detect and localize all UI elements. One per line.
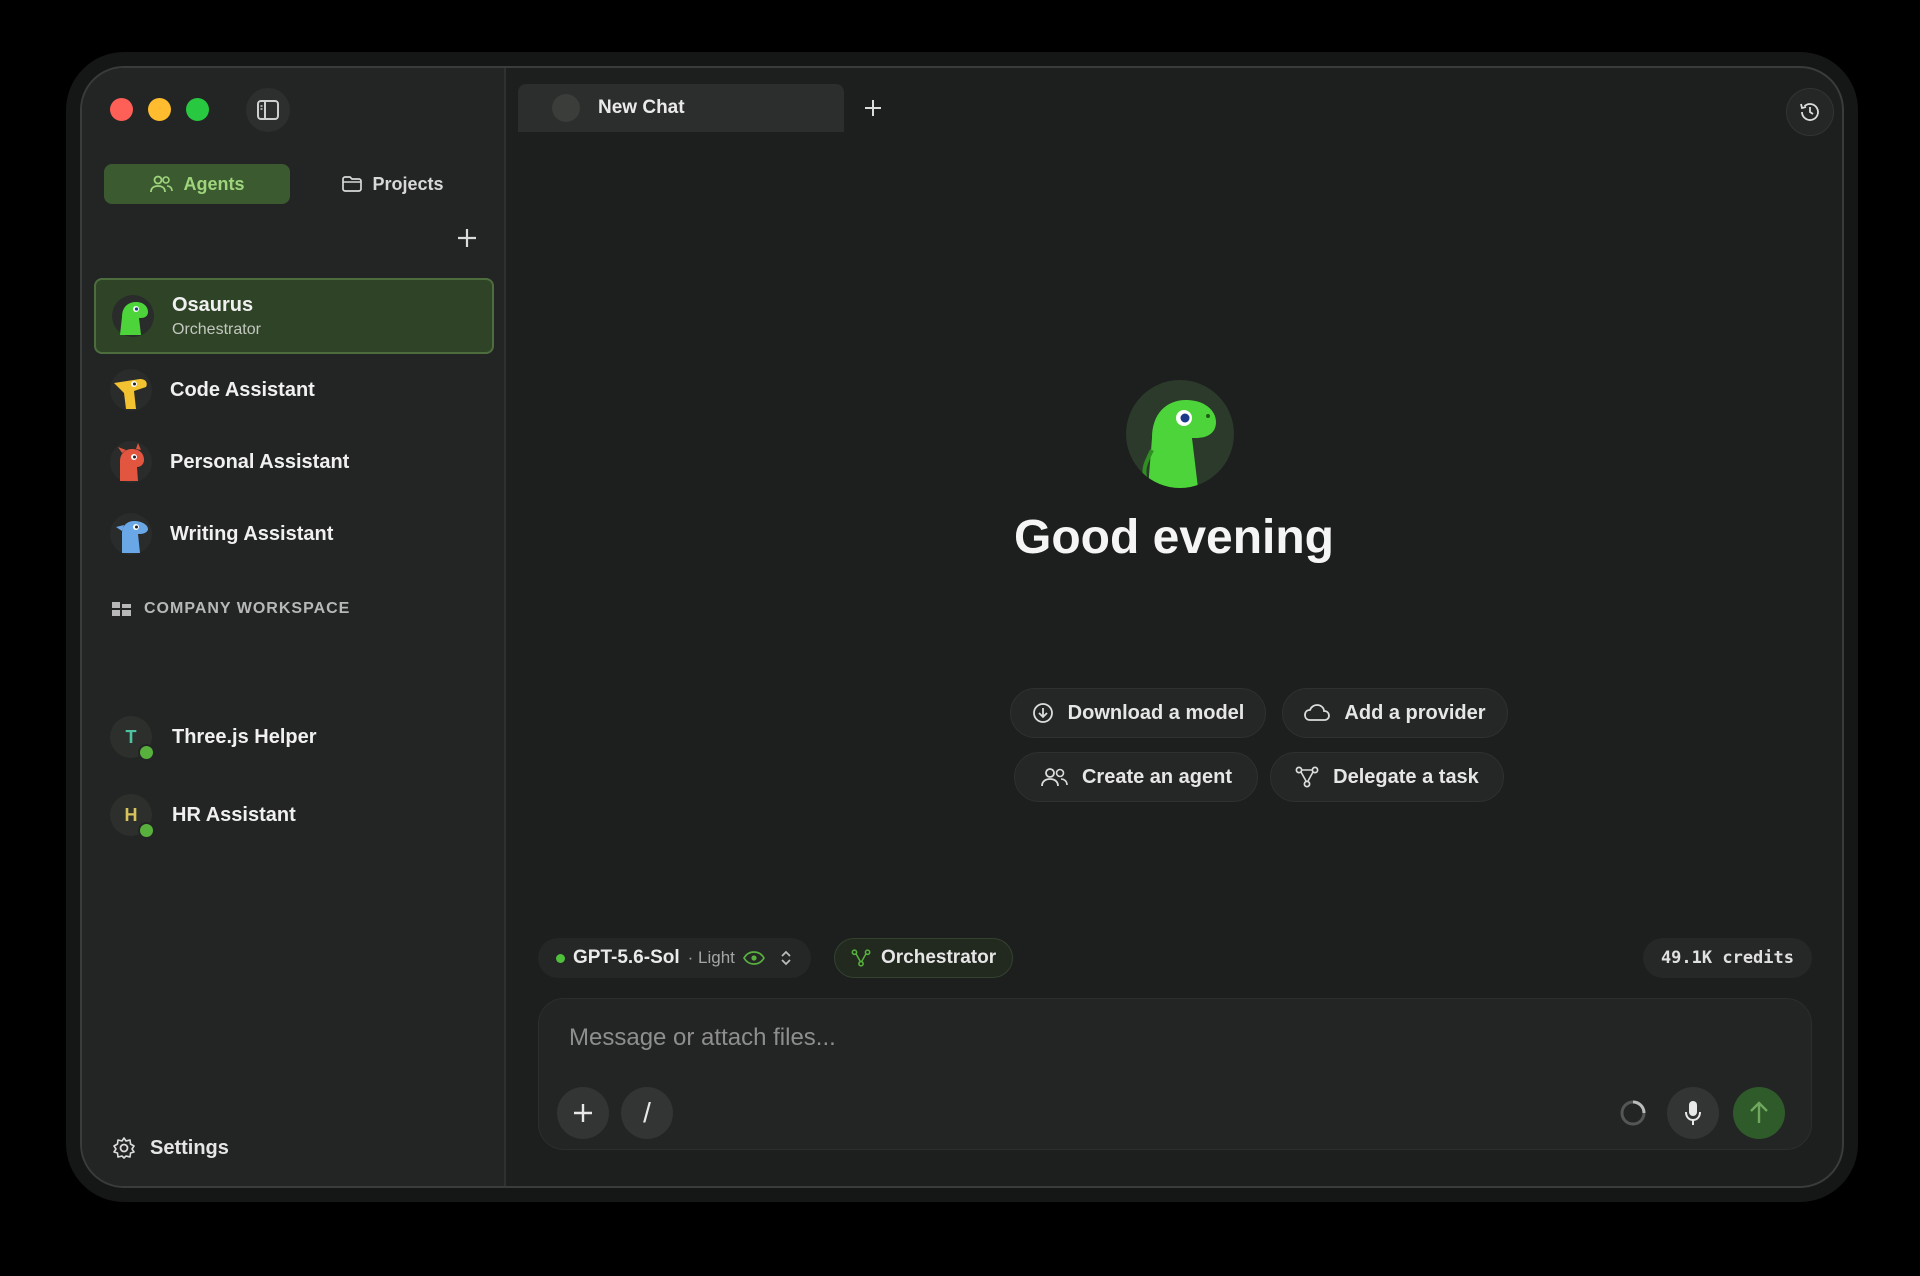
online-status-indicator	[138, 744, 155, 761]
dino-red-icon	[118, 443, 144, 481]
tab-agents[interactable]: Agents	[104, 164, 290, 204]
dino-blue-icon	[116, 521, 148, 553]
arrow-up-icon	[1750, 1101, 1768, 1123]
tab-agents-label: Agents	[183, 173, 245, 194]
workspace-item-name: HR Assistant	[172, 803, 296, 826]
dino-yellow-icon	[114, 379, 147, 409]
plus-icon	[574, 1104, 592, 1122]
branch-icon	[1295, 766, 1319, 788]
tab-projects-label: Projects	[372, 173, 444, 194]
workspace-title: COMPANY WORKSPACE	[144, 600, 351, 617]
delegate-task-button[interactable]: Delegate a task	[1270, 752, 1504, 802]
workspace-agent-list: T Three.js Helper H HR Assistant	[110, 698, 317, 854]
download-model-label: Download a model	[1067, 701, 1245, 724]
users-icon	[1041, 768, 1068, 787]
agent-name: Osaurus	[172, 293, 254, 316]
plus-icon	[458, 229, 476, 247]
workspace-item-threejs-helper[interactable]: T Three.js Helper	[110, 698, 317, 776]
minimize-window-button[interactable]	[148, 98, 171, 121]
avatar: T	[110, 716, 155, 761]
agent-name: Code Assistant	[170, 378, 315, 401]
app-window: Agents Projects Osaurus Orchestrator Cod…	[80, 66, 1844, 1188]
model-name: GPT-5.6-Sol	[573, 947, 680, 968]
add-provider-label: Add a provider	[1344, 701, 1486, 724]
online-status-indicator	[138, 822, 155, 839]
workspace-section-header: COMPANY WORKSPACE	[112, 600, 350, 618]
avatar-initial: H	[124, 804, 138, 825]
add-provider-button[interactable]: Add a provider	[1282, 688, 1508, 738]
greeting-heading: Good evening	[1013, 511, 1334, 564]
agent-item-code-assistant[interactable]: Code Assistant	[94, 354, 494, 426]
agent-role: Orchestrator	[172, 320, 261, 338]
window-controls	[110, 98, 209, 121]
tab-avatar	[552, 94, 580, 122]
agent-avatar	[110, 441, 152, 483]
sidebar: Agents Projects Osaurus Orchestrator Cod…	[82, 68, 506, 1186]
history-button[interactable]	[1786, 88, 1834, 136]
eye-icon	[742, 951, 765, 965]
workspace-item-hr-assistant[interactable]: H HR Assistant	[110, 776, 317, 854]
close-window-button[interactable]	[110, 98, 133, 121]
agent-list: Osaurus Orchestrator Code Assistant Pers…	[94, 278, 494, 570]
slash-command-button[interactable]: /	[621, 1087, 673, 1139]
agent-name: Personal Assistant	[170, 450, 350, 473]
plus-icon	[865, 100, 881, 116]
zoom-window-button[interactable]	[186, 98, 209, 121]
send-button[interactable]	[1733, 1087, 1785, 1139]
new-tab-button[interactable]	[864, 92, 882, 124]
model-selector[interactable]: GPT-5.6-Sol · Light	[538, 938, 811, 978]
agent-name: Writing Assistant	[170, 522, 334, 545]
delegate-task-label: Delegate a task	[1333, 765, 1479, 788]
avatar-initial: T	[125, 726, 137, 747]
create-agent-label: Create an agent	[1081, 765, 1233, 788]
model-status-indicator	[556, 953, 565, 963]
main-panel: New Chat Good evening Download a model A…	[506, 68, 1842, 1186]
spinner-icon	[1620, 1100, 1646, 1126]
agent-mode-label: Orchestrator	[881, 947, 997, 968]
download-model-button[interactable]: Download a model	[1010, 688, 1266, 738]
microphone-icon	[1685, 1101, 1701, 1125]
download-icon	[1032, 703, 1053, 723]
avatar: H	[110, 794, 155, 839]
message-input[interactable]	[567, 1017, 1271, 1059]
agent-item-writing-assistant[interactable]: Writing Assistant	[94, 498, 494, 570]
agent-item-personal-assistant[interactable]: Personal Assistant	[94, 426, 494, 498]
chat-tab[interactable]: New Chat	[518, 84, 844, 132]
voice-input-button[interactable]	[1667, 1087, 1719, 1139]
folder-icon	[342, 176, 363, 192]
create-agent-button[interactable]: Create an agent	[1014, 752, 1258, 802]
cloud-icon	[1304, 704, 1331, 721]
agent-item-osaurus[interactable]: Osaurus Orchestrator	[94, 278, 494, 354]
agent-avatar	[110, 369, 152, 411]
chat-tab-title: New Chat	[598, 97, 685, 118]
settings-label: Settings	[150, 1136, 229, 1159]
tab-projects[interactable]: Projects	[300, 164, 486, 204]
attach-button[interactable]	[557, 1087, 609, 1139]
dino-green-icon	[120, 302, 148, 335]
history-icon	[1800, 103, 1819, 121]
message-composer: /	[538, 998, 1812, 1150]
hero-avatar	[1126, 380, 1234, 488]
settings-button[interactable]: Settings	[112, 1136, 229, 1160]
model-mode: · Light	[687, 948, 735, 967]
gear-icon	[113, 1137, 135, 1159]
credits-badge: 49.1K credits	[1642, 938, 1812, 978]
agent-avatar	[110, 513, 152, 555]
sidebar-toggle-button[interactable]	[246, 88, 290, 132]
branch-icon	[851, 949, 871, 967]
agent-avatar	[112, 295, 154, 337]
slash-label: /	[643, 1097, 651, 1128]
loading-spinner	[1619, 1099, 1647, 1127]
dino-green-icon	[1142, 400, 1216, 488]
sidebar-icon	[257, 100, 279, 120]
chevron-up-down-icon	[781, 950, 791, 966]
sidebar-segmented-control: Agents Projects	[104, 164, 486, 204]
agent-mode-selector[interactable]: Orchestrator	[834, 938, 1014, 978]
workspace-item-name: Three.js Helper	[172, 725, 317, 748]
add-agent-button[interactable]	[452, 223, 482, 253]
workspace-icon	[112, 602, 131, 616]
users-icon	[150, 175, 174, 193]
